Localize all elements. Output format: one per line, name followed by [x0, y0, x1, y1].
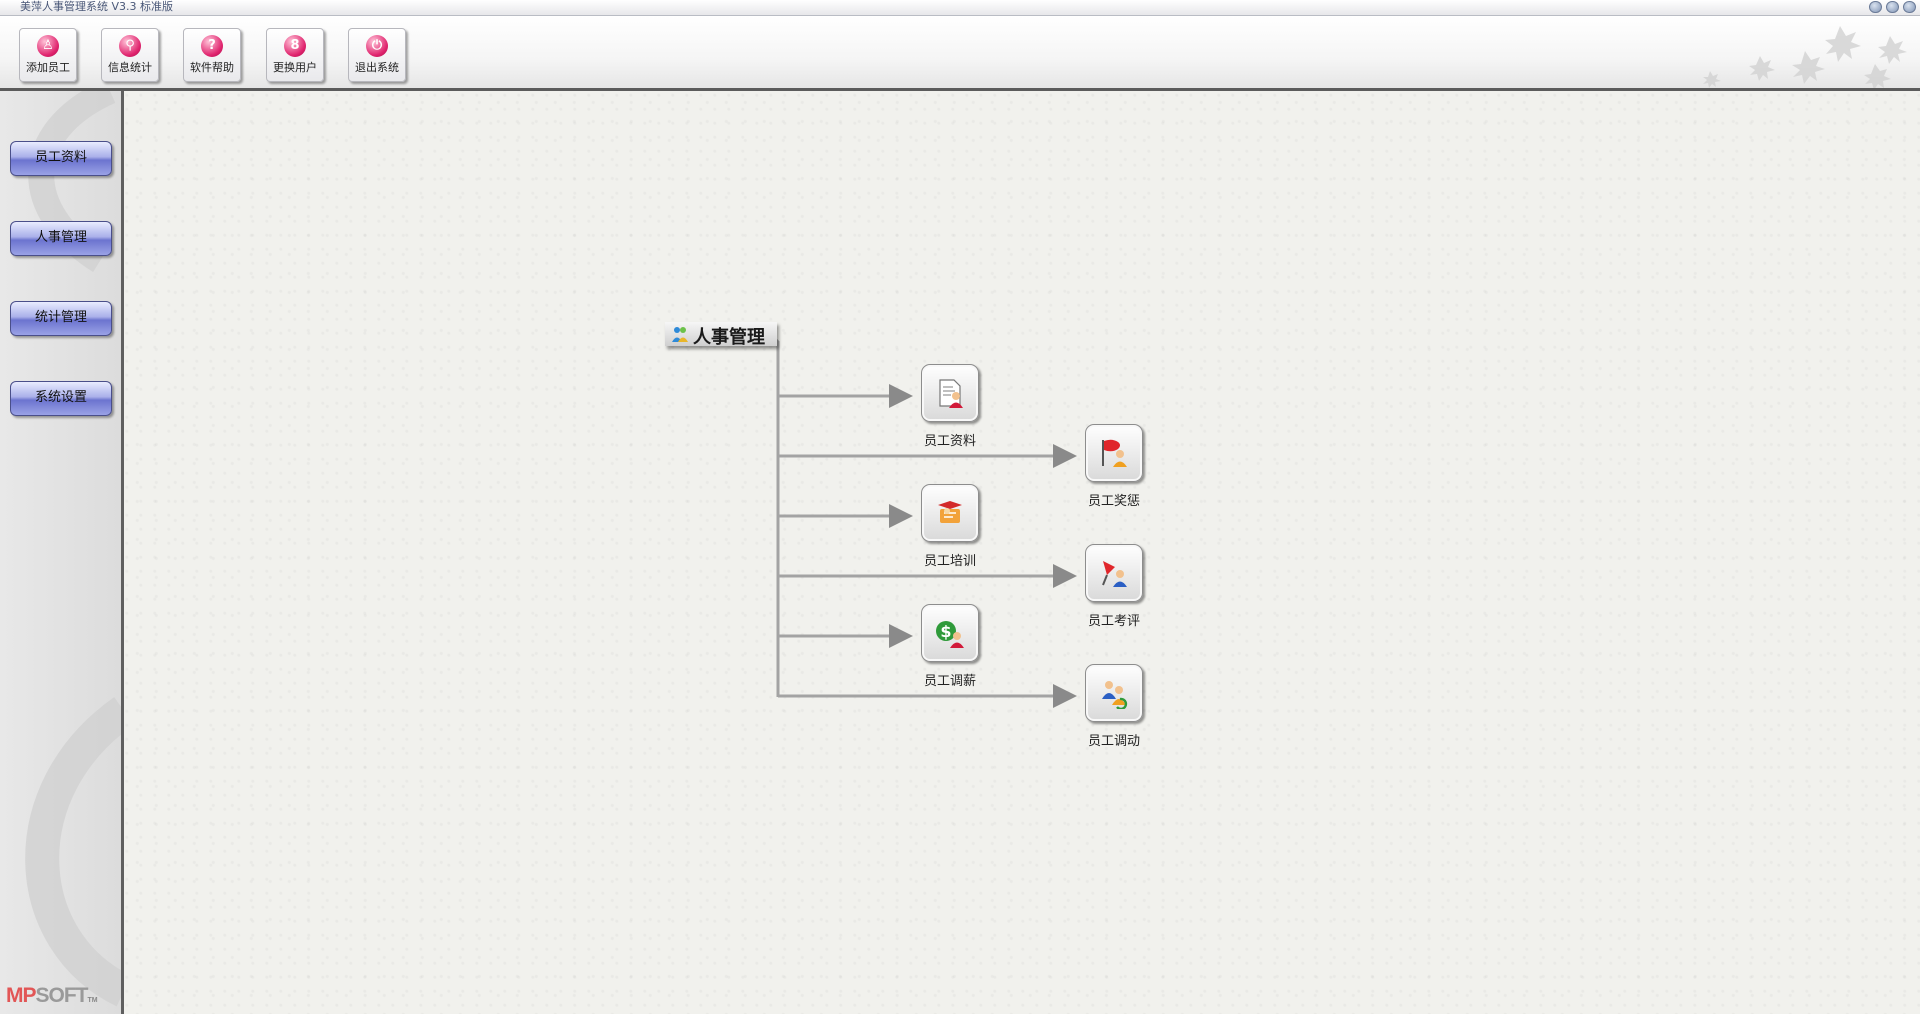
employee-evaluation-icon	[1085, 544, 1143, 602]
add-user-icon: ♙	[37, 35, 59, 57]
node-employee-info[interactable]: 员工资料	[910, 364, 990, 449]
window-controls	[1869, 1, 1916, 13]
minimize-icon[interactable]	[1869, 1, 1882, 13]
node-employee-evaluation-label: 员工考评	[1087, 614, 1140, 629]
software-help-button[interactable]: ? 软件帮助	[183, 28, 241, 82]
software-help-label: 软件帮助	[190, 61, 234, 74]
app-window: 美萍人事管理系统 V3.3 标准版 ♙ 添加员工 ⚲ 信息统计 ? 软件帮助 8…	[0, 0, 1920, 1014]
sidebar: 员工资料 人事管理 统计管理 系统设置 MPSOFTTM	[0, 91, 124, 1014]
flow-connectors	[772, 336, 1077, 708]
node-employee-training[interactable]: 员工培训	[910, 484, 990, 569]
close-icon[interactable]	[1903, 1, 1916, 13]
employee-transfer-icon	[1085, 664, 1143, 722]
logo-soft: SOFT	[35, 984, 89, 1007]
maple-leaf-decoration	[1703, 26, 1907, 88]
sidebar-item-statistics-management[interactable]: 统计管理	[10, 301, 112, 336]
mpsoft-logo: MPSOFTTM	[6, 984, 98, 1008]
node-employee-salary[interactable]: $ 员工调薪	[910, 604, 990, 689]
main-workspace: 人事管理 员工资料 员工奖惩 员工培训 员工考评 $ 员工调薪 员工调动	[124, 91, 1920, 1014]
info-statistics-label: 信息统计	[108, 61, 152, 74]
employee-training-icon	[921, 484, 979, 542]
node-employee-rewards-label: 员工奖惩	[1087, 494, 1140, 509]
maximize-icon[interactable]	[1886, 1, 1899, 13]
sidebar-item-employee-info[interactable]: 员工资料	[10, 141, 112, 176]
title-bar: 美萍人事管理系统 V3.3 标准版	[0, 0, 1920, 16]
sidebar-item-system-settings[interactable]: 系统设置	[10, 381, 112, 416]
node-employee-transfer[interactable]: 员工调动	[1074, 664, 1154, 749]
svg-text:$: $	[940, 622, 951, 641]
group-title-label: 人事管理	[693, 327, 765, 348]
search-icon: ⚲	[119, 35, 141, 57]
power-icon: ⏻	[366, 35, 388, 57]
employee-salary-icon: $	[921, 604, 979, 662]
node-employee-salary-label: 员工调薪	[923, 674, 976, 689]
sidebar-item-personnel-management[interactable]: 人事管理	[10, 221, 112, 256]
personnel-management-title: 人事管理	[665, 322, 777, 348]
toolbar: ♙ 添加员工 ⚲ 信息统计 ? 软件帮助 8 更换用户 ⏻ 退出系统	[0, 16, 1920, 91]
node-employee-transfer-label: 员工调动	[1087, 734, 1140, 749]
add-employee-button[interactable]: ♙ 添加员工	[19, 28, 77, 82]
help-icon: ?	[201, 35, 223, 57]
exit-system-button[interactable]: ⏻ 退出系统	[348, 28, 406, 82]
node-employee-evaluation[interactable]: 员工考评	[1074, 544, 1154, 629]
exit-system-label: 退出系统	[355, 61, 399, 74]
users-group-icon	[672, 327, 688, 342]
employee-flag-icon	[1085, 424, 1143, 482]
employee-document-icon	[921, 364, 979, 422]
node-employee-rewards[interactable]: 员工奖惩	[1074, 424, 1154, 509]
node-employee-training-label: 员工培训	[923, 554, 976, 569]
logo-mp: MP	[6, 984, 36, 1007]
switch-user-icon: 8	[284, 35, 306, 57]
node-employee-info-label: 员工资料	[923, 434, 976, 449]
add-employee-label: 添加员工	[26, 61, 70, 74]
switch-user-button[interactable]: 8 更换用户	[266, 28, 324, 82]
app-title: 美萍人事管理系统 V3.3 标准版	[20, 0, 174, 13]
logo-tm: TM	[87, 997, 98, 1004]
switch-user-label: 更换用户	[273, 61, 317, 74]
info-statistics-button[interactable]: ⚲ 信息统计	[101, 28, 159, 82]
